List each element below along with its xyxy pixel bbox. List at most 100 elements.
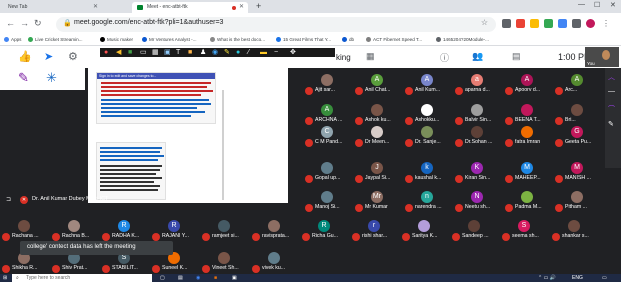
participant-tile[interactable]: Shikha R... xyxy=(2,252,48,274)
chevron-up-icon[interactable]: ︿ xyxy=(608,72,615,82)
participant-tile[interactable]: CC M Pand... xyxy=(305,126,351,151)
tab-new-tab[interactable]: New Tab ✕ xyxy=(2,2,102,13)
participant-tile[interactable]: Vineet Sh... xyxy=(202,252,248,274)
participant-tile[interactable]: Saritya K... xyxy=(402,220,448,245)
participant-tile[interactable]: ravisprata... xyxy=(252,220,298,245)
record-icon[interactable]: ● xyxy=(104,48,108,57)
camera-icon[interactable]: ◉ xyxy=(212,48,218,57)
participant-tile[interactable]: M MAHEEP... xyxy=(505,162,551,187)
scrollbar[interactable] xyxy=(222,90,224,200)
marker-icon[interactable]: ▬ xyxy=(260,48,267,57)
bookmark-item[interactable]: Music maker xyxy=(100,37,133,42)
bookmark-item[interactable]: 1465204?20Module-... xyxy=(436,37,489,42)
info-icon[interactable]: ⓘ xyxy=(440,51,449,64)
participant-tile[interactable]: Pitham ... xyxy=(555,191,601,216)
participant-tile[interactable]: Dr.Sohan ... xyxy=(455,126,501,151)
lock-icon[interactable]: 🔒 xyxy=(63,19,72,27)
participant-tile[interactable]: R Richa Gu... xyxy=(302,220,348,245)
laser-icon[interactable]: ✎ xyxy=(18,70,29,86)
participant-tile[interactable]: N Neetu sh... xyxy=(455,191,501,216)
video-icon[interactable]: ■ xyxy=(128,48,132,57)
maximize-icon[interactable]: ☐ xyxy=(594,1,600,9)
extension-icon[interactable] xyxy=(544,19,553,28)
participant-tile[interactable]: Gopal up... xyxy=(305,162,351,187)
back-icon[interactable]: ← xyxy=(6,18,15,28)
participant-tile[interactable]: r rishi shar... xyxy=(352,220,398,245)
participant-tile[interactable]: G Geeta Pu... xyxy=(555,126,601,151)
task-view-icon[interactable]: ▢ xyxy=(160,274,165,282)
pen-icon[interactable]: ✎ xyxy=(224,48,230,57)
participant-tile[interactable]: ramjeet si... xyxy=(202,220,248,245)
address-bar[interactable]: 🔒 meet.google.com/enc-atbt-ftk?pli=1&aut… xyxy=(56,17,496,32)
star-icon[interactable]: ✳ xyxy=(46,70,57,86)
participant-tile[interactable]: M MANISH ... xyxy=(555,162,601,187)
participant-tile[interactable]: A Arc... xyxy=(555,74,601,99)
participant-tile[interactable]: Shiv Prat... xyxy=(52,252,98,274)
note-icon[interactable]: ■ xyxy=(188,48,192,57)
close-icon[interactable]: ✕ xyxy=(93,2,98,13)
chrome-icon[interactable]: ◉ xyxy=(196,274,200,282)
participant-tile[interactable]: Sseema sh... xyxy=(502,220,548,245)
bookmark-item[interactable]: Live Cricket Streamin... xyxy=(28,37,82,42)
grid-view-icon[interactable]: ▦ xyxy=(366,51,375,62)
participant-tile[interactable]: Dr. Sanje... xyxy=(405,126,451,151)
bookmark-item[interactable]: Mr Ventures Analyst -... xyxy=(142,37,197,42)
language-indicator[interactable]: ENG xyxy=(572,274,583,282)
people-icon[interactable]: 👥 xyxy=(472,51,483,62)
forward-icon[interactable]: → xyxy=(20,18,29,28)
shape-icon[interactable]: ● xyxy=(236,48,240,57)
participant-tile[interactable]: A Anil Kum... xyxy=(405,74,451,99)
taskbar-search[interactable]: ⌕ Type here to search xyxy=(12,274,152,282)
extension-icon[interactable] xyxy=(530,19,539,28)
grid-icon[interactable]: ▦ xyxy=(152,48,159,57)
settings-icon[interactable]: ⚙ xyxy=(68,50,78,63)
bookmark-item[interactable]: db xyxy=(342,37,354,42)
tab-meet[interactable]: Meet - enc-atbt-ftk ✕ xyxy=(132,2,248,13)
bookmark-item[interactable]: Apps xyxy=(4,37,21,42)
participant-tile[interactable]: k kaushal k... xyxy=(405,162,451,187)
minus-icon[interactable]: — xyxy=(608,88,615,95)
menu-icon[interactable]: ⋮ xyxy=(602,19,611,28)
extension-icon[interactable] xyxy=(502,19,511,28)
participant-tile[interactable]: J Jaypal Si... xyxy=(355,162,401,187)
screen-icon[interactable]: ▭ xyxy=(140,48,147,57)
participant-tile[interactable]: fatra Imran xyxy=(505,126,551,151)
text-icon[interactable]: T xyxy=(176,48,180,57)
explorer-icon[interactable]: ▤ xyxy=(178,274,183,282)
pen-icon[interactable]: ✎ xyxy=(608,120,614,128)
bookmark-item[interactable]: 15 Great Films That Y... xyxy=(276,37,331,42)
participant-tile[interactable]: n narendra ... xyxy=(405,191,451,216)
extension-icon[interactable] xyxy=(516,19,525,28)
participant-tile[interactable]: Suneel K... xyxy=(152,252,198,274)
tray-icons[interactable]: ⌃ ▭ 🔊 xyxy=(538,274,556,282)
participant-tile[interactable]: K Kiran Sin... xyxy=(455,162,501,187)
participant-tile[interactable]: A Anil Chat... xyxy=(355,74,401,99)
participant-tile[interactable]: Sandeep ... xyxy=(452,220,498,245)
participant-tile[interactable]: Mr Mr Kumar xyxy=(355,191,401,216)
participant-tile[interactable]: Padma M... xyxy=(505,191,551,216)
notification-icon[interactable]: ▭ xyxy=(602,274,607,282)
extension-icon[interactable] xyxy=(558,19,567,28)
windows-start-icon[interactable]: ⊞ xyxy=(3,274,7,282)
participant-tile[interactable]: Ajit sar... xyxy=(305,74,351,99)
share-icon[interactable]: ◀ xyxy=(116,48,121,57)
extension-icon[interactable] xyxy=(572,19,581,28)
participant-tile[interactable]: S STABILIT... xyxy=(102,252,148,274)
profile-avatar[interactable] xyxy=(586,19,595,28)
close-icon[interactable]: ✕ xyxy=(239,2,244,13)
reload-icon[interactable]: ↻ xyxy=(34,18,42,29)
app-icon[interactable]: ■ xyxy=(214,274,217,282)
bookmark-star-icon[interactable]: ☆ xyxy=(481,18,488,27)
self-view-tile[interactable]: You xyxy=(585,47,619,67)
rainbow-icon[interactable]: ⌒ xyxy=(608,104,615,114)
window-close-icon[interactable]: ✕ xyxy=(610,1,616,9)
chat-icon[interactable]: ▣ xyxy=(164,48,171,57)
participant-tile[interactable]: shankar s... xyxy=(552,220,598,245)
raise-hand-icon[interactable]: 👍 xyxy=(18,50,32,63)
participant-tile[interactable]: vivek ku... xyxy=(252,252,298,274)
app-icon[interactable]: ▣ xyxy=(232,274,237,282)
move-icon[interactable]: ✥ xyxy=(290,48,296,57)
new-tab-icon[interactable]: + xyxy=(256,1,261,11)
bookmark-item[interactable]: What is the best doco... xyxy=(210,37,265,42)
participant-tile[interactable]: Dr Meen... xyxy=(355,126,401,151)
